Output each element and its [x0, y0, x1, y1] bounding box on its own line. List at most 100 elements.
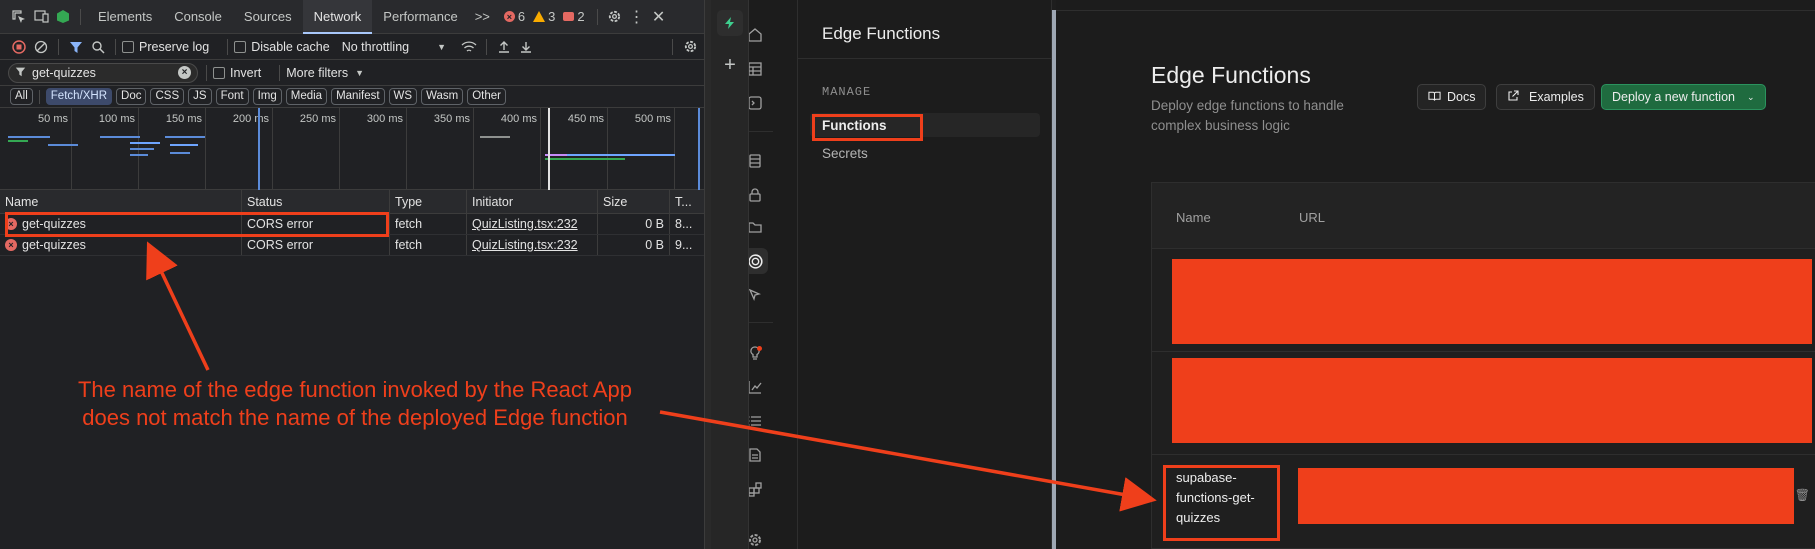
close-icon[interactable]: ✕: [648, 6, 670, 28]
settings-gear-icon[interactable]: [604, 6, 626, 28]
preserve-log-checkbox[interactable]: Preserve log: [122, 40, 209, 54]
record-stop-icon[interactable]: [8, 36, 30, 58]
timeline-gridline: [674, 108, 675, 190]
examples-button[interactable]: Examples: [1496, 84, 1595, 110]
column-header-type[interactable]: Type: [390, 190, 467, 213]
deploy-new-function-button[interactable]: Deploy a new function ⌄: [1601, 84, 1766, 110]
warning-count-badge[interactable]: 3: [533, 9, 555, 24]
filter-input[interactable]: [32, 65, 172, 80]
timeline-gridline: [540, 108, 541, 190]
column-header-initiator[interactable]: Initiator: [467, 190, 598, 213]
error-icon: ×: [5, 239, 17, 251]
timeline-request-bar: [8, 136, 50, 138]
message-icon: [563, 12, 575, 21]
device-toolbar-icon[interactable]: [30, 6, 52, 28]
column-header-name[interactable]: Name: [0, 190, 242, 213]
page-subtitle: Deploy edge functions to handle complex …: [1151, 98, 1344, 133]
timeline-tick-label: 100 ms: [98, 113, 135, 125]
add-workspace-icon[interactable]: +: [717, 52, 743, 78]
tab-sources[interactable]: Sources: [233, 0, 303, 34]
function-row[interactable]: [1152, 249, 1815, 352]
search-icon[interactable]: [87, 36, 109, 58]
toolbar-separator: [80, 8, 81, 25]
network-conditions-icon[interactable]: [458, 36, 480, 58]
external-link-icon: [1507, 89, 1519, 105]
table-row[interactable]: × get-quizzes CORS error fetch QuizListin…: [0, 235, 704, 256]
network-settings-gear-icon[interactable]: [679, 36, 701, 58]
menu-divider: [798, 58, 1052, 59]
disable-cache-checkbox[interactable]: Disable cache: [234, 40, 330, 54]
initiator-link[interactable]: QuizListing.tsx:232: [472, 217, 578, 231]
timeline-request-bar: [545, 158, 625, 160]
type-filter-other[interactable]: Other: [467, 88, 506, 105]
type-filter-media[interactable]: Media: [285, 88, 328, 105]
timeline-gridline: [406, 108, 407, 190]
redacted-block: [1172, 358, 1812, 443]
type-filter-css[interactable]: CSS: [150, 88, 185, 105]
timeline-request-bar: [130, 154, 148, 156]
menu-section-label: MANAGE: [822, 85, 872, 99]
network-toolbar: Preserve log Disable cache No throttling…: [0, 34, 704, 60]
type-filter-img[interactable]: Img: [252, 88, 282, 105]
column-header-time[interactable]: T...: [670, 190, 704, 213]
supabase-logo-icon[interactable]: [717, 10, 743, 36]
toolbar-separator: [206, 64, 207, 81]
timeline-request-bar: [480, 136, 510, 138]
type-filter-js[interactable]: JS: [188, 88, 212, 105]
network-overview-timeline[interactable]: 50 ms 100 ms 150 ms 200 ms 250 ms 300 ms…: [0, 108, 704, 190]
type-filter-fetch-xhr[interactable]: Fetch/XHR: [45, 88, 113, 105]
more-filters-dropdown[interactable]: More filters ▼: [286, 66, 364, 80]
request-name: get-quizzes: [22, 238, 86, 252]
docs-button[interactable]: Docs: [1417, 84, 1487, 110]
redacted-block: [1172, 259, 1812, 344]
function-row[interactable]: [1152, 352, 1815, 455]
type-filter-font[interactable]: Font: [215, 88, 249, 105]
invert-checkbox[interactable]: Invert: [213, 66, 261, 80]
clear-filter-icon[interactable]: ×: [178, 66, 191, 79]
timeline-tick-label: 50 ms: [38, 113, 68, 125]
toolbar-separator: [486, 38, 488, 55]
kebab-menu-icon[interactable]: ⋮: [626, 6, 648, 28]
menu-item-secrets[interactable]: Secrets: [810, 141, 1040, 165]
request-size: 0 B: [598, 235, 670, 255]
column-header-size[interactable]: Size: [598, 190, 670, 213]
timeline-tick-label: 250 ms: [299, 113, 336, 125]
tab-network[interactable]: Network: [302, 0, 373, 34]
export-har-icon[interactable]: [515, 36, 537, 58]
clear-icon[interactable]: [30, 36, 52, 58]
type-filter-all[interactable]: All: [10, 88, 33, 105]
import-har-icon[interactable]: [493, 36, 515, 58]
timeline-request-bar: [130, 148, 154, 150]
workspace-strip: +: [711, 0, 749, 549]
react-devtools-icon[interactable]: [52, 6, 74, 28]
timeline-request-bar: [165, 136, 205, 138]
chevron-down-icon: ▼: [355, 67, 365, 78]
filter-funnel-icon: [15, 66, 26, 80]
tab-console[interactable]: Console: [163, 0, 233, 34]
throttling-select[interactable]: No throttling ▼: [342, 40, 446, 54]
filter-funnel-icon[interactable]: [65, 36, 87, 58]
type-filter-doc[interactable]: Doc: [116, 88, 147, 105]
inspect-element-icon[interactable]: [8, 6, 30, 28]
timeline-gridline: [71, 108, 72, 190]
timeline-tick-label: 200 ms: [232, 113, 269, 125]
more-tabs-button[interactable]: >>: [469, 0, 496, 34]
trash-icon[interactable]: 🗑: [1795, 488, 1810, 502]
error-count-badge[interactable]: × 6: [503, 9, 525, 24]
column-header-status[interactable]: Status: [242, 190, 390, 213]
tab-performance[interactable]: Performance: [372, 0, 468, 34]
highlight-deployed-function: [1163, 465, 1280, 541]
toolbar-separator: [38, 89, 40, 104]
type-filter-manifest[interactable]: Manifest: [331, 88, 385, 105]
tab-elements[interactable]: Elements: [87, 0, 163, 34]
toolbar-separator: [58, 38, 59, 55]
timeline-gridline: [339, 108, 340, 190]
timeline-request-bar: [100, 136, 140, 138]
type-filter-wasm[interactable]: Wasm: [421, 88, 464, 105]
initiator-link[interactable]: QuizListing.tsx:232: [472, 238, 578, 252]
toolbar-separator: [227, 38, 229, 55]
book-icon: [1428, 90, 1441, 105]
message-count-badge[interactable]: 2: [563, 9, 585, 24]
type-filter-ws[interactable]: WS: [388, 88, 418, 105]
timeline-tick-label: 150 ms: [165, 113, 202, 125]
